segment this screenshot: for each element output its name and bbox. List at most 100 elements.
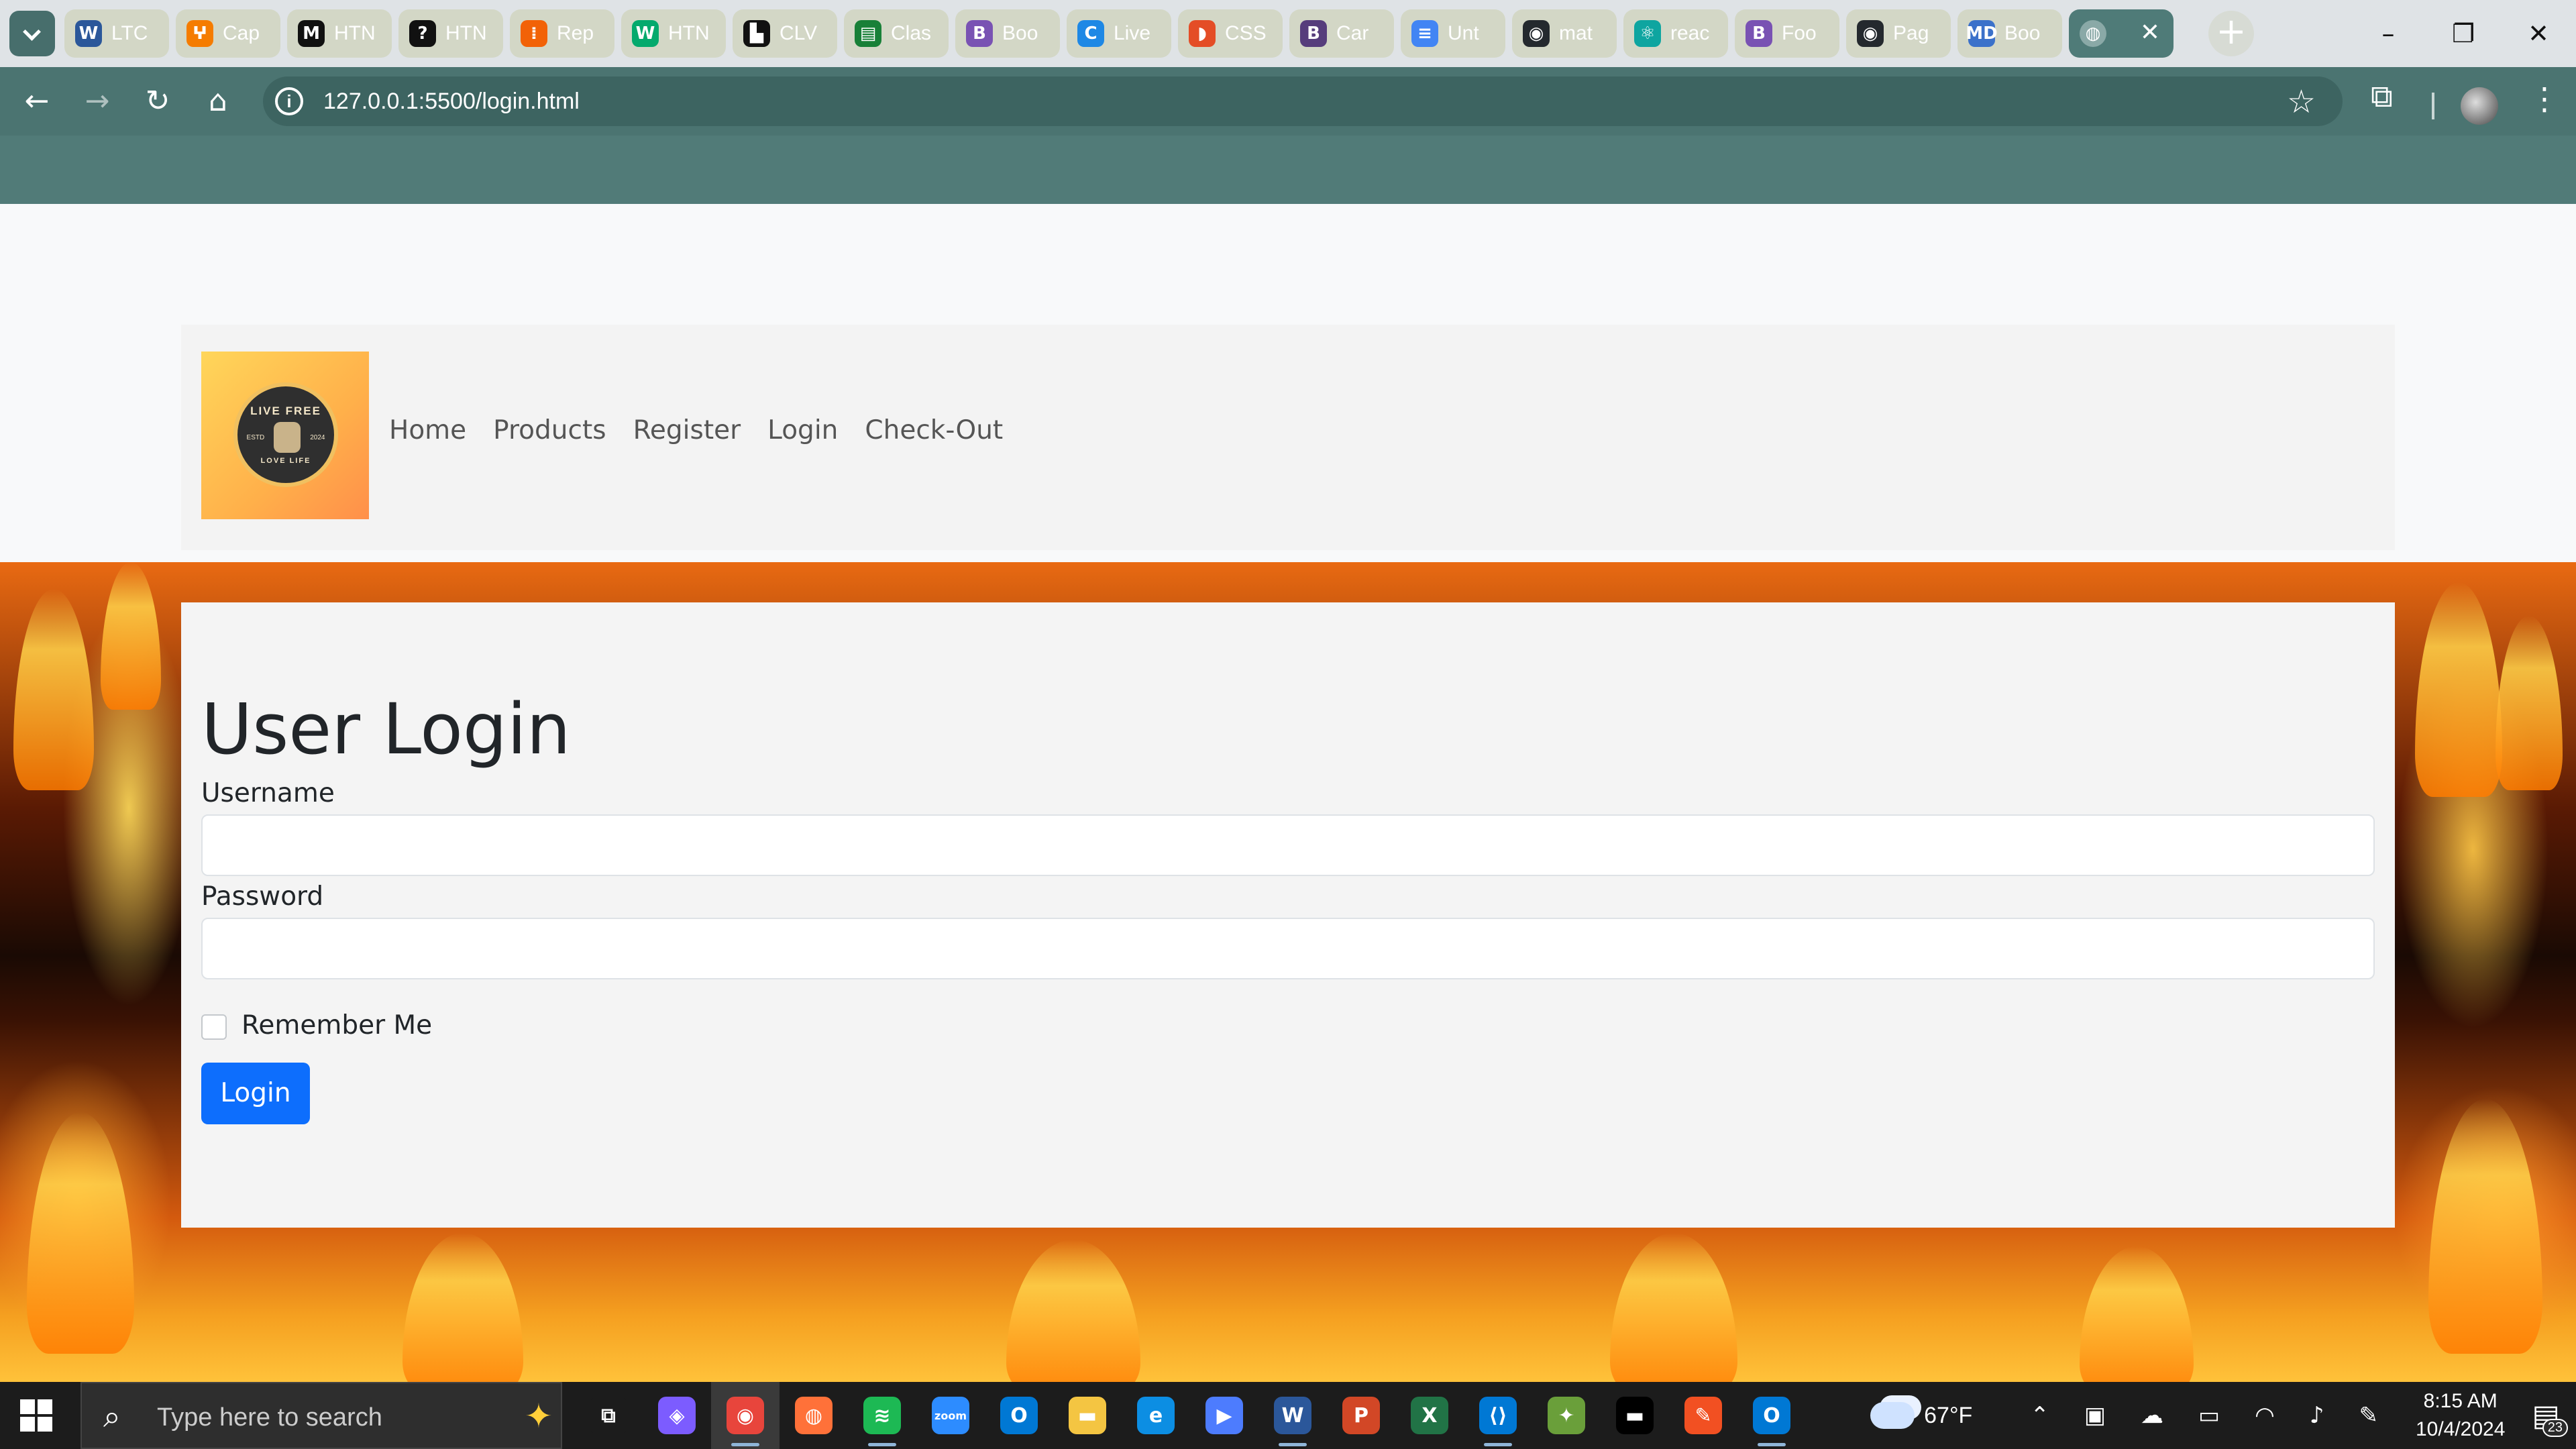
minimize-button[interactable]: – — [2351, 0, 2426, 67]
taskbar-app-powerpoint[interactable]: P — [1327, 1382, 1395, 1449]
site-info-icon[interactable]: i — [275, 87, 303, 115]
file-explorer-icon: ▬ — [1069, 1397, 1106, 1434]
browser-tab[interactable]: B Foo — [1735, 9, 1839, 58]
maximize-button[interactable]: ❐ — [2426, 0, 2501, 67]
url-text[interactable]: 127.0.0.1:5500/login.html — [323, 89, 580, 115]
flame-decoration — [1006, 1240, 1140, 1382]
w3schools-icon: W — [632, 20, 659, 47]
taskbar-app-git-gui[interactable]: ✦ — [1532, 1382, 1601, 1449]
taskbar-app-excel[interactable]: X — [1395, 1382, 1464, 1449]
nav-link-check-out[interactable]: Check-Out — [865, 415, 1003, 445]
browser-tab[interactable]: ▙ CLV — [733, 9, 837, 58]
powerpoint-icon: P — [1342, 1397, 1380, 1434]
tab-title: CLV — [780, 22, 818, 44]
taskbar-app-file-explorer[interactable]: ▬ — [1053, 1382, 1122, 1449]
wifi-icon[interactable]: ◠ — [2255, 1402, 2275, 1429]
taskbar-app-pencil-app[interactable]: ✎ — [1669, 1382, 1737, 1449]
back-button[interactable]: ← — [13, 78, 60, 125]
browser-tab[interactable]: ◗ CSS — [1178, 9, 1283, 58]
browser-tab[interactable]: ⚛ reac — [1623, 9, 1728, 58]
forward-button[interactable]: → — [74, 78, 121, 125]
password-input[interactable] — [201, 918, 2375, 979]
start-button[interactable] — [20, 1399, 52, 1432]
search-icon: ⌕ — [103, 1398, 121, 1434]
cloud-sync-icon[interactable]: ☁ — [2141, 1402, 2163, 1429]
browser-tab[interactable]: ◉ Pag — [1846, 9, 1951, 58]
reload-button[interactable]: ↻ — [134, 78, 181, 125]
taskbar-app-firefox[interactable]: ◍ — [780, 1382, 848, 1449]
taskbar-app-copilot[interactable]: ◈ — [643, 1382, 711, 1449]
nav-link-products[interactable]: Products — [493, 415, 606, 445]
flame-decoration — [402, 1233, 523, 1382]
taskbar-app-clipchamp[interactable]: ▶ — [1190, 1382, 1258, 1449]
active-browser-tab[interactable]: ◍ ✕ — [2069, 9, 2174, 58]
browser-tab[interactable]: M HTN — [287, 9, 392, 58]
nav-link-register[interactable]: Register — [633, 415, 741, 445]
remember-me-label[interactable]: Remember Me — [241, 1010, 432, 1040]
logo-middle: ESTD 2024 — [247, 422, 325, 453]
taskbar-app-outlook[interactable]: O — [985, 1382, 1053, 1449]
username-input[interactable] — [201, 814, 2375, 876]
flame-decoration — [101, 562, 161, 710]
docs-icon: ≡ — [1411, 20, 1438, 47]
tab-search-button[interactable] — [9, 11, 55, 56]
site-logo[interactable]: LIVE FREE ESTD 2024 LOVE LIFE — [201, 352, 369, 519]
taskbar-app-vscode[interactable]: ⟨⟩ — [1464, 1382, 1532, 1449]
taskbar-app-edge[interactable]: e — [1122, 1382, 1190, 1449]
browser-menu-icon[interactable]: ⋮ — [2529, 80, 2560, 117]
notifications-icon[interactable]: ▤ 23 — [2532, 1399, 2568, 1437]
browser-tab[interactable]: ◉ mat — [1512, 9, 1617, 58]
volume-icon[interactable]: ♪ — [2310, 1402, 2324, 1429]
copilot-icon: ◈ — [658, 1397, 696, 1434]
new-tab-button[interactable]: + — [2208, 11, 2254, 56]
browser-tab[interactable]: B Boo — [955, 9, 1060, 58]
taskbar-app-task-view[interactable]: ⧉ — [574, 1382, 643, 1449]
tab-title: HTN — [668, 22, 710, 44]
profile-avatar[interactable] — [2461, 87, 2498, 125]
taskbar-app-outlook-new[interactable]: O — [1737, 1382, 1806, 1449]
taskbar-app-word[interactable]: W — [1258, 1382, 1327, 1449]
bookmark-star-icon[interactable]: ☆ — [2287, 83, 2316, 121]
tab-title: Car — [1336, 22, 1369, 44]
capstone-icon: ⵖ — [186, 20, 213, 47]
browser-tab[interactable]: W LTC — [64, 9, 169, 58]
browser-tab[interactable]: B Car — [1289, 9, 1394, 58]
browser-tab[interactable]: ⁞ Rep — [510, 9, 614, 58]
browser-tab[interactable]: ⵖ Cap — [176, 9, 280, 58]
remember-me-checkbox[interactable] — [201, 1014, 227, 1040]
weather-widget[interactable]: 67°F — [1870, 1402, 1972, 1429]
browser-tab[interactable]: ≡ Unt — [1401, 9, 1505, 58]
browser-tab[interactable]: C Live — [1067, 9, 1171, 58]
firefox-icon: ◍ — [795, 1397, 833, 1434]
taskbar-app-spotify[interactable]: ≋ — [848, 1382, 916, 1449]
pen-icon[interactable]: ✎ — [2359, 1402, 2378, 1429]
outlook-icon: O — [1000, 1397, 1038, 1434]
notification-badge: 23 — [2542, 1418, 2568, 1437]
clock-time: 8:15 AM — [2423, 1390, 2498, 1412]
close-window-button[interactable]: ✕ — [2501, 0, 2576, 67]
login-button[interactable]: Login — [201, 1063, 310, 1124]
taskbar-app-terminal[interactable]: ▬ — [1601, 1382, 1669, 1449]
browser-tab[interactable]: ? HTN — [398, 9, 503, 58]
taskbar-search-box[interactable]: ⌕ Type here to search ✦ — [80, 1382, 562, 1449]
extensions-icon[interactable]: ⧉ — [2371, 78, 2393, 115]
browser-tab[interactable]: W HTN — [621, 9, 726, 58]
taskbar-app-zoom[interactable]: zoom — [916, 1382, 985, 1449]
nav-link-login[interactable]: Login — [767, 415, 838, 445]
home-button[interactable]: ⌂ — [195, 78, 241, 125]
taskbar-app-chrome[interactable]: ◉ — [711, 1382, 780, 1449]
close-tab-icon[interactable]: ✕ — [2140, 19, 2160, 46]
address-bar[interactable]: i 127.0.0.1:5500/login.html ☆ — [263, 76, 2343, 126]
browser-tab[interactable]: MD Boo — [1957, 9, 2062, 58]
chevron-up-icon[interactable]: ⌃ — [2030, 1402, 2049, 1429]
nav-link-home[interactable]: Home — [389, 415, 466, 445]
tab-title: Clas — [891, 22, 932, 44]
sparkle-icon: ✦ — [525, 1397, 553, 1436]
browser-tab[interactable]: ▤ Clas — [844, 9, 949, 58]
battery-icon[interactable]: ▭ — [2198, 1402, 2220, 1429]
meet-icon[interactable]: ▣ — [2084, 1402, 2106, 1429]
clv-icon: ▙ — [743, 20, 770, 47]
vscode-icon: ⟨⟩ — [1479, 1397, 1517, 1434]
task-view-icon: ⧉ — [590, 1397, 627, 1434]
taskbar-clock[interactable]: 8:15 AM 10/4/2024 — [2416, 1387, 2505, 1444]
